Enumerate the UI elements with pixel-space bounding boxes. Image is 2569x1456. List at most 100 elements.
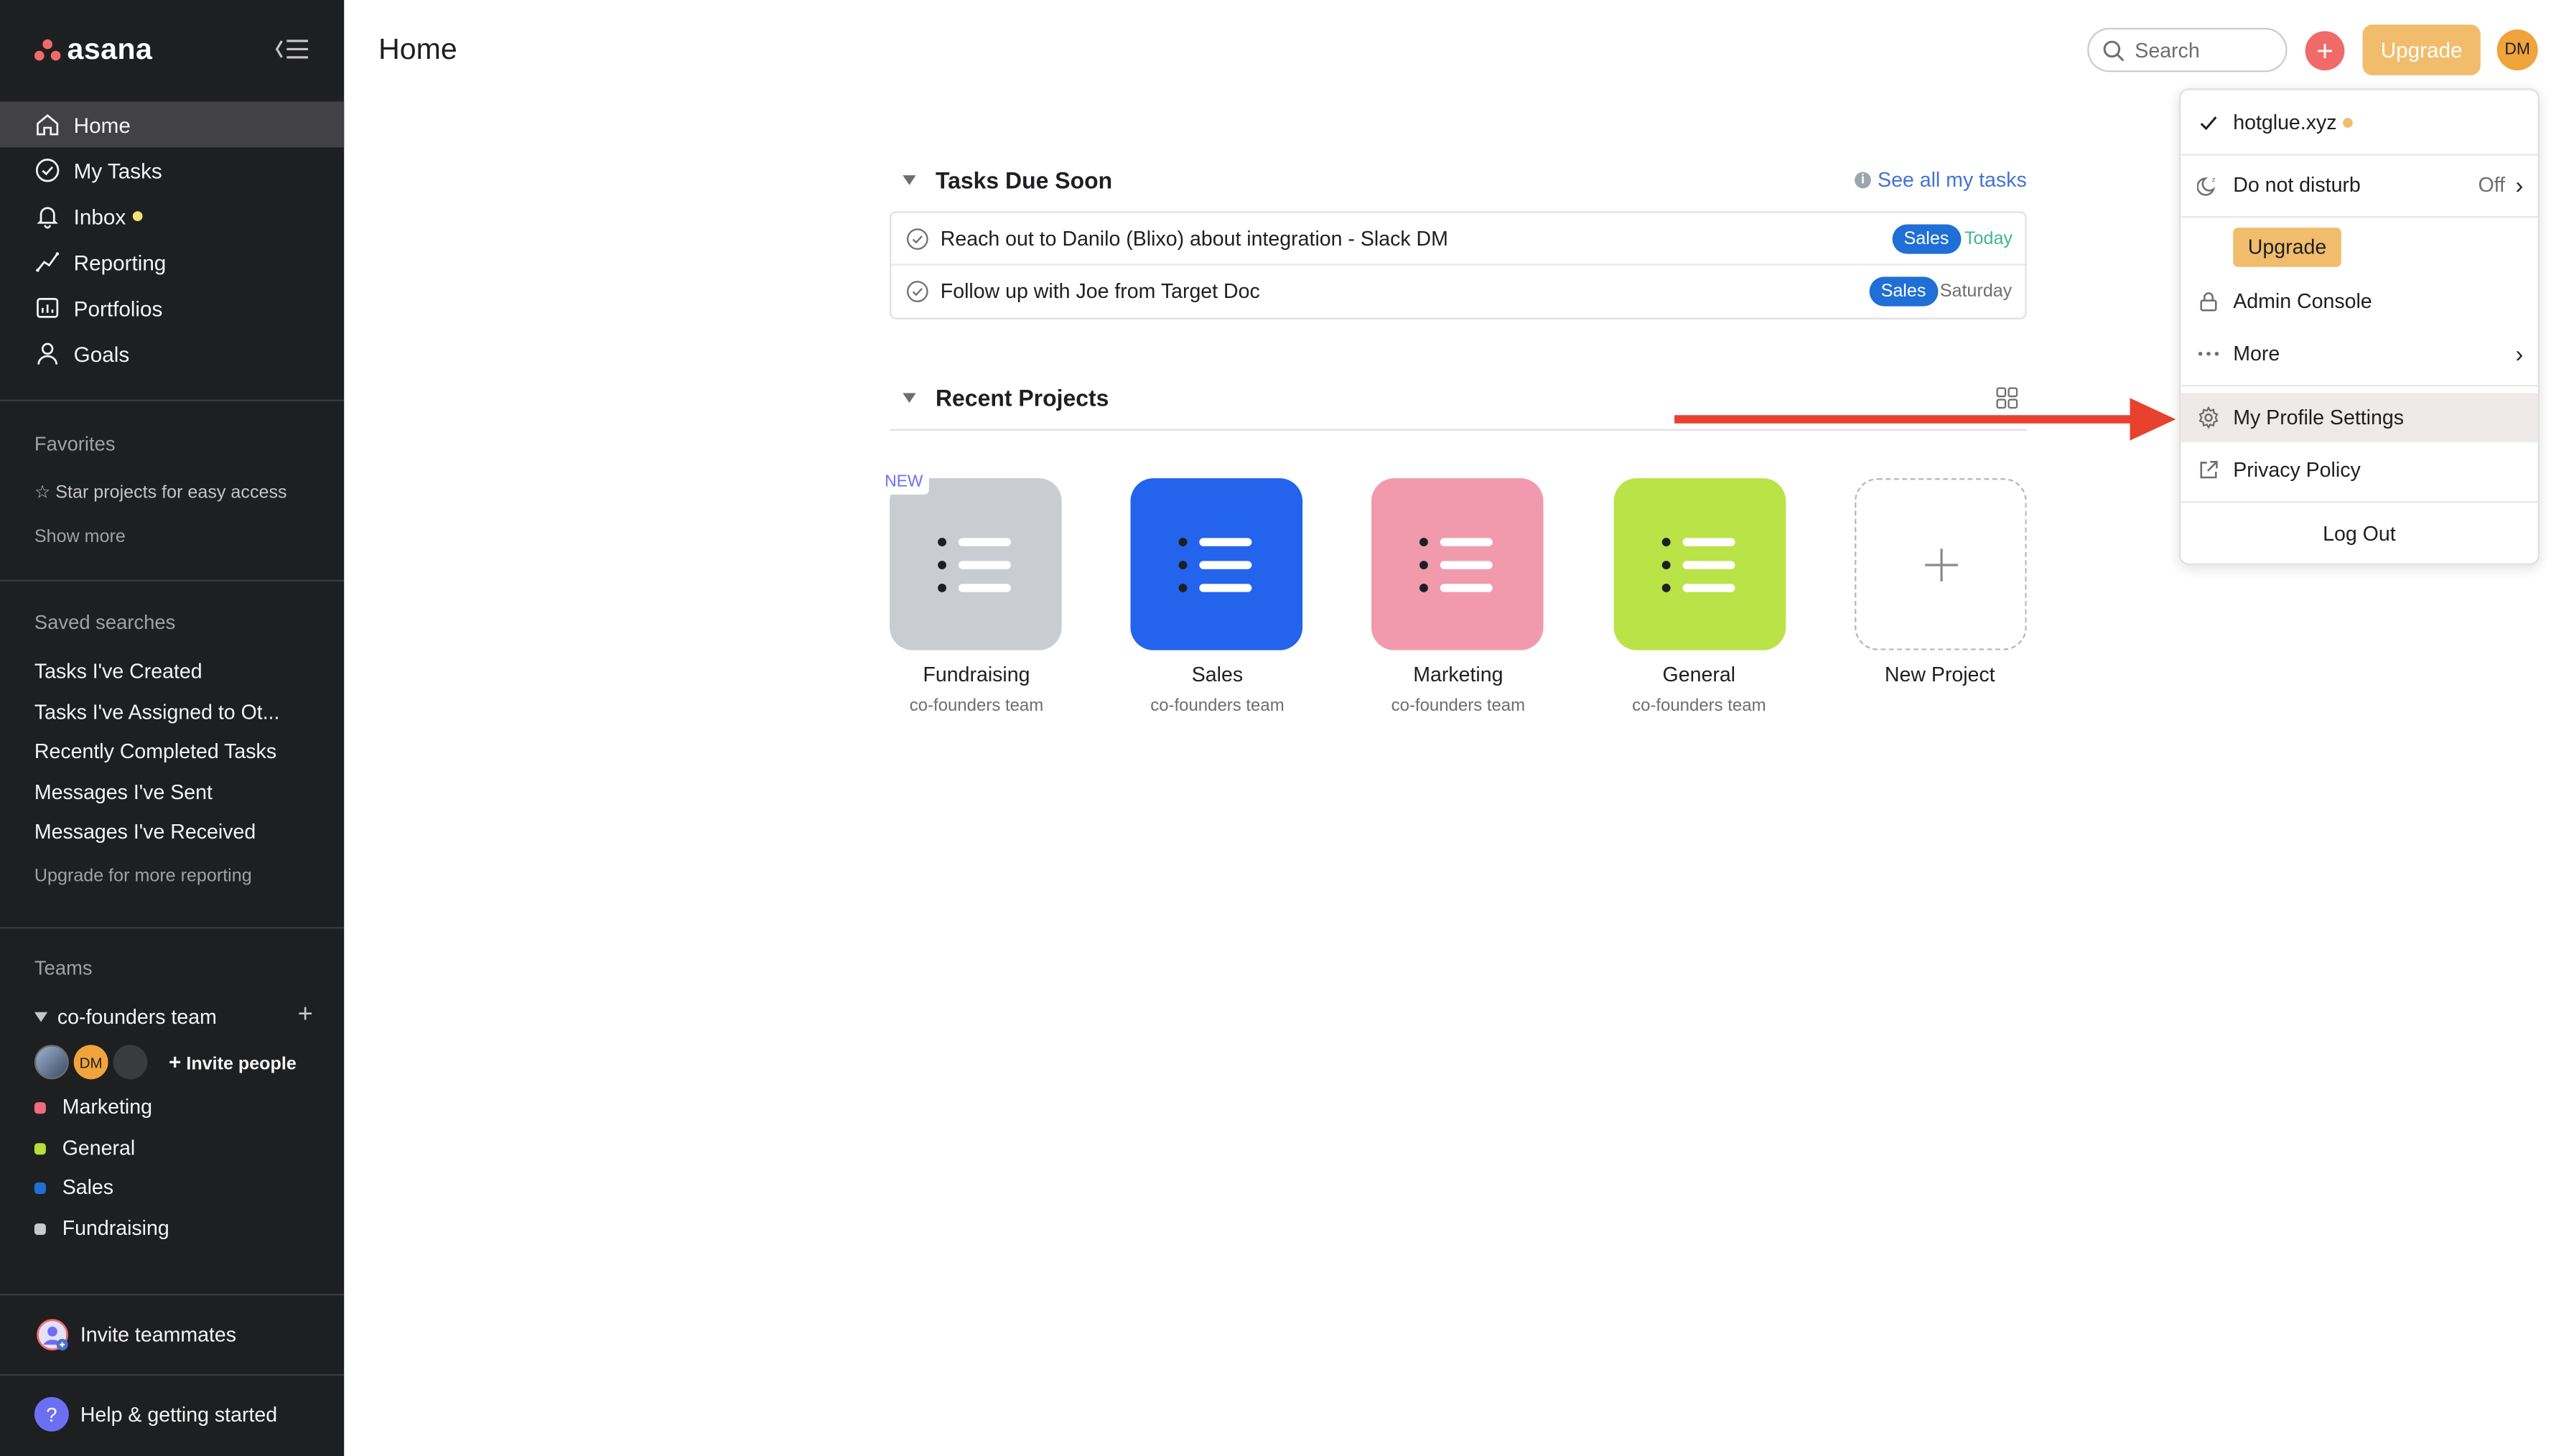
saved-search-item[interactable]: Tasks I've Created [34, 660, 202, 683]
sidebar-item-label: Reporting [73, 249, 167, 275]
menu-item-log-out[interactable]: Log Out [2181, 509, 2537, 558]
menu-divider [2181, 385, 2538, 387]
task-row[interactable]: Reach out to Danilo (Blixo) about integr… [891, 213, 2025, 266]
recent-projects-header[interactable]: Recent Projects [903, 385, 1109, 411]
invite-teammates-button[interactable]: Invite teammates [34, 1317, 236, 1353]
sidebar-item-home[interactable]: Home [0, 101, 345, 148]
project-team: co-founders team [1632, 696, 1766, 716]
favorites-title[interactable]: Favorites [34, 432, 116, 455]
menu-item-do-not-disturb[interactable]: z Do not disturb Off › [2181, 161, 2537, 210]
avatar[interactable] [34, 1045, 69, 1080]
workspace-name: hotglue.xyz [2233, 111, 2337, 135]
favorites-hint: ☆ Star projects for easy access [34, 482, 287, 503]
profile-avatar[interactable]: DM [2496, 29, 2538, 71]
more-label: More [2233, 342, 2280, 365]
project-tile-fundraising[interactable] [890, 478, 1062, 650]
tasks-due-soon-header[interactable]: Tasks Due Soon [903, 167, 1112, 193]
sidebar-project-marketing[interactable]: Marketing [34, 1096, 152, 1119]
sidebar-item-label: My Tasks [73, 158, 162, 183]
project-color-square [34, 1142, 46, 1154]
sidebar-item-inbox[interactable]: Inbox [0, 193, 344, 239]
menu-item-workspace[interactable]: hotglue.xyz [2181, 98, 2537, 147]
task-complete-checkbox-icon[interactable] [906, 280, 929, 303]
project-team: co-founders team [1391, 696, 1526, 716]
search-input[interactable]: Search [2087, 27, 2288, 73]
sidebar-project-fundraising[interactable]: Fundraising [34, 1217, 169, 1240]
team-row[interactable]: co-founders team + [34, 1001, 313, 1032]
task-due-date[interactable]: Today [1964, 229, 2013, 248]
teams-title[interactable]: Teams [34, 956, 93, 979]
quick-add-button[interactable]: + [2305, 31, 2345, 71]
help-button[interactable]: ? Help & getting started [34, 1396, 278, 1432]
profile-dropdown-menu: hotglue.xyz z Do not disturb Off › Upgra… [2178, 88, 2540, 566]
new-project-label[interactable]: New Project [1825, 663, 2054, 686]
avatar[interactable]: DM [73, 1045, 108, 1080]
new-project-tile[interactable] [1855, 478, 2027, 650]
menu-upgrade-button[interactable]: Upgrade [2233, 228, 2341, 267]
saved-search-item[interactable]: Tasks I've Assigned to Ot... [34, 701, 280, 724]
upgrade-button[interactable]: Upgrade [2362, 24, 2481, 75]
moon-icon: z [2197, 177, 2216, 196]
menu-item-privacy-policy[interactable]: Privacy Policy [2181, 445, 2537, 494]
collapse-caret-icon[interactable] [903, 175, 916, 185]
list-icon [1661, 537, 1735, 592]
logo-text: asana [67, 32, 153, 66]
team-expand-caret-icon[interactable] [34, 1012, 48, 1022]
saved-searches-title[interactable]: Saved searches [34, 611, 175, 634]
task-tag[interactable]: Sales [1892, 224, 1961, 254]
saved-search-item[interactable]: Recently Completed Tasks [34, 740, 276, 763]
menu-item-my-profile-settings[interactable]: My Profile Settings [2181, 393, 2538, 442]
invite-people-button[interactable]: + Invite people [169, 1050, 297, 1074]
annotation-arrow [1674, 398, 2176, 441]
goals-icon [37, 342, 58, 365]
collapse-caret-icon[interactable] [903, 393, 916, 403]
add-project-plus-icon[interactable]: + [298, 1001, 313, 1030]
invite-people-label: Invite people [186, 1055, 297, 1075]
sidebar-item-reporting[interactable]: Reporting [0, 239, 344, 285]
sidebar-project-sales[interactable]: Sales [34, 1176, 113, 1199]
log-out-label: Log Out [2323, 522, 2396, 546]
search-placeholder: Search [2135, 38, 2200, 62]
task-complete-checkbox-icon[interactable] [906, 228, 929, 251]
avatar[interactable] [113, 1045, 148, 1080]
bell-icon [37, 207, 58, 229]
asana-logo[interactable]: asana [34, 33, 152, 67]
project-name[interactable]: Marketing [1343, 663, 1572, 686]
project-tile-marketing[interactable] [1371, 478, 1544, 650]
see-all-tasks-link[interactable]: i See all my tasks [1855, 169, 2027, 192]
invite-teammates-label: Invite teammates [80, 1323, 237, 1347]
tasks-due-soon-title: Tasks Due Soon [935, 167, 1113, 194]
task-due-date[interactable]: Saturday [1940, 281, 2012, 301]
external-link-icon [2200, 461, 2218, 479]
show-more-link[interactable]: Show more [34, 528, 126, 547]
more-dots-icon [2198, 352, 2219, 356]
saved-search-item[interactable]: Messages I've Sent [34, 781, 213, 804]
asana-app: asana Home My Tasks Inbox Reporting Port… [0, 0, 2569, 1456]
home-icon [37, 114, 59, 136]
sidebar-item-goals[interactable]: Goals [0, 331, 344, 377]
sidebar-item-label: Home [73, 112, 131, 137]
project-tile-general[interactable] [1613, 478, 1786, 650]
plus-icon: + [169, 1050, 182, 1075]
checkmark-icon [2200, 116, 2217, 131]
menu-item-more[interactable]: More › [2181, 330, 2537, 378]
sidebar-item-label: Goals [73, 341, 130, 366]
menu-item-admin-console[interactable]: Admin Console [2181, 277, 2537, 326]
project-name[interactable]: General [1585, 663, 1814, 686]
sidebar-project-general[interactable]: General [34, 1137, 135, 1159]
help-question-icon: ? [34, 1396, 69, 1432]
sidebar-item-portfolios[interactable]: Portfolios [0, 285, 344, 331]
task-row[interactable]: Follow up with Joe from Target Doc Sales… [891, 266, 2025, 318]
dnd-label: Do not disturb [2233, 173, 2361, 197]
task-tag[interactable]: Sales [1869, 276, 1938, 307]
new-badge: NEW [878, 470, 930, 495]
sidebar-item-my-tasks[interactable]: My Tasks [0, 147, 344, 193]
project-name[interactable]: Fundraising [862, 663, 1091, 686]
project-name[interactable]: Sales [1103, 663, 1332, 686]
collapse-sidebar-icon[interactable] [272, 33, 312, 66]
upgrade-reporting-link[interactable]: Upgrade for more reporting [34, 867, 252, 886]
saved-search-item[interactable]: Messages I've Received [34, 821, 256, 844]
project-tile-sales[interactable] [1130, 478, 1303, 650]
help-label: Help & getting started [80, 1402, 278, 1426]
list-icon [1178, 537, 1251, 592]
